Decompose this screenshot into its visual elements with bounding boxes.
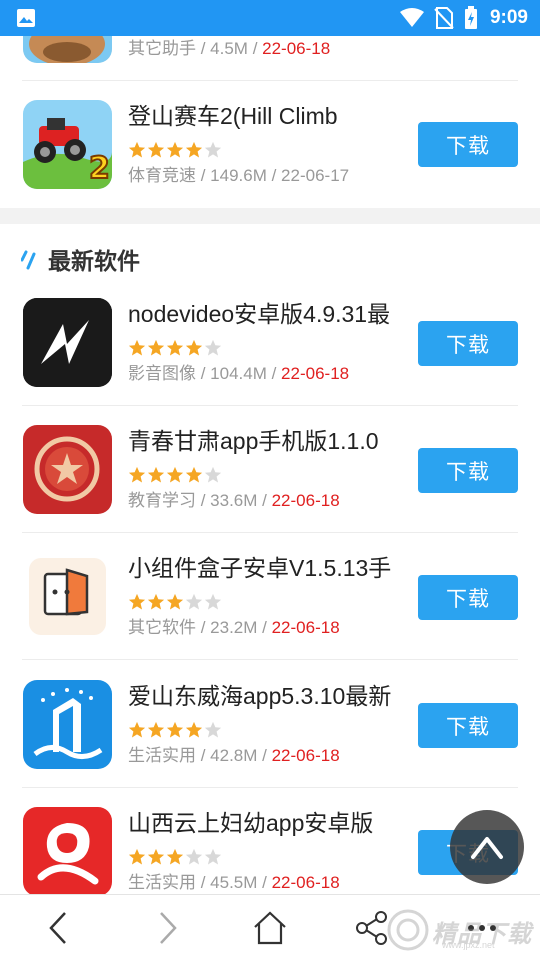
star-filled-icon <box>147 141 165 158</box>
star-filled-icon <box>128 721 146 738</box>
star-filled-icon <box>147 466 165 483</box>
hill-climb-partial-icon <box>23 36 112 63</box>
list-item[interactable]: 小组件盒子安卓V1.5.13手 其它软件 / 23.2M / 22-06-18 … <box>0 533 540 660</box>
app-meta: 其它软件 / 23.2M / 22-06-18 <box>128 618 340 637</box>
app-title[interactable]: 山西云上妇幼app安卓版 <box>128 808 408 838</box>
forward-icon <box>160 912 177 944</box>
app-meta: 生活实用 / 45.5M / 22-06-18 <box>128 873 340 892</box>
app-list[interactable]: 其它助手 / 4.5M / 22-06-18 下载 2 登山赛车2(Hill C… <box>0 36 540 894</box>
list-item[interactable]: nodevideo安卓版4.9.31最 影音图像 / 104.4M / 22-0… <box>0 279 540 406</box>
star-filled-icon <box>147 848 165 865</box>
star-filled-icon <box>147 593 165 610</box>
watermark-url: www.jpxz.net <box>442 940 495 950</box>
clock: 9:09 <box>489 7 528 28</box>
download-button[interactable]: 下载 <box>418 122 518 167</box>
back-button[interactable] <box>28 895 88 960</box>
list-item[interactable]: 青春甘肃app手机版1.1.0 教育学习 / 33.6M / 22-06-18 … <box>0 406 540 533</box>
chevron-up-icon <box>471 837 503 859</box>
star-empty-icon <box>185 848 203 865</box>
forward-button[interactable] <box>138 895 198 960</box>
star-filled-icon <box>147 721 165 738</box>
app-meta: 体育竞速 / 149.6M / 22-06-17 <box>128 166 350 185</box>
watermark: 精品下载 www.jpxz.net <box>386 906 538 956</box>
home-icon <box>254 911 286 945</box>
status-bar: 9:09 <box>0 0 540 36</box>
section-title: 最新软件 <box>48 248 140 274</box>
star-filled-icon <box>128 593 146 610</box>
download-button[interactable]: 下载 <box>418 321 518 366</box>
share-icon <box>356 911 387 945</box>
star-filled-icon <box>166 339 184 356</box>
list-item-hill-climb[interactable]: 2 登山赛车2(Hill Climb 体育竞速 / 149.6M / 22-06… <box>0 81 540 208</box>
wifi-icon <box>399 8 424 27</box>
star-filled-icon <box>166 593 184 610</box>
star-filled-icon <box>128 848 146 865</box>
app-meta: 教育学习 / 33.6M / 22-06-18 <box>128 491 340 510</box>
star-filled-icon <box>185 141 203 158</box>
section-divider <box>0 208 540 224</box>
nodevideo-icon <box>23 298 112 387</box>
star-filled-icon <box>128 141 146 158</box>
rating-stars <box>128 141 222 159</box>
rating-stars <box>128 339 222 357</box>
download-button[interactable]: 下载 <box>418 703 518 748</box>
list-item[interactable]: 爱山东威海app5.3.10最新 生活实用 / 42.8M / 22-06-18… <box>0 661 540 788</box>
star-filled-icon <box>128 339 146 356</box>
rating-stars <box>128 466 222 484</box>
star-filled-icon <box>128 466 146 483</box>
star-filled-icon <box>185 339 203 356</box>
star-filled-icon <box>166 848 184 865</box>
star-filled-icon <box>185 721 203 738</box>
download-button[interactable]: 下载 <box>418 448 518 493</box>
back-icon <box>49 912 66 944</box>
svg-text:2: 2 <box>89 151 110 186</box>
star-empty-icon <box>204 721 222 738</box>
youth-gansu-icon <box>23 425 112 514</box>
widget-box-icon <box>23 552 112 641</box>
hill-climb-icon: 2 <box>23 100 112 189</box>
list-item-partial[interactable]: 其它助手 / 4.5M / 22-06-18 下载 <box>0 36 540 81</box>
watermark-logo-icon <box>387 909 429 951</box>
star-empty-icon <box>204 848 222 865</box>
app-meta: 影音图像 / 104.4M / 22-06-18 <box>128 364 350 383</box>
rating-stars <box>128 593 222 611</box>
rating-stars <box>128 721 222 739</box>
app-meta: 其它助手 / 4.5M / 22-06-18 <box>128 39 331 58</box>
star-empty-icon <box>185 593 203 610</box>
no-sim-icon <box>434 7 454 29</box>
star-filled-icon <box>166 466 184 483</box>
app-title[interactable]: nodevideo安卓版4.9.31最 <box>128 299 408 329</box>
section-accent-icon <box>21 250 36 270</box>
app-title[interactable]: 小组件盒子安卓V1.5.13手 <box>128 553 408 583</box>
star-empty-icon <box>204 593 222 610</box>
battery-charging-icon <box>464 6 477 29</box>
app-title[interactable]: 青春甘肃app手机版1.1.0 <box>128 426 408 456</box>
ai-shandong-icon <box>23 680 112 769</box>
star-filled-icon <box>147 339 165 356</box>
star-filled-icon <box>185 466 203 483</box>
app-title[interactable]: 登山赛车2(Hill Climb <box>128 101 408 131</box>
app-title[interactable]: 爱山东威海app5.3.10最新 <box>128 681 408 711</box>
gallery-icon <box>17 9 35 27</box>
app-meta: 生活实用 / 42.8M / 22-06-18 <box>128 746 340 765</box>
rating-stars <box>128 848 222 866</box>
star-filled-icon <box>166 721 184 738</box>
back-to-top-button[interactable] <box>450 810 524 884</box>
home-button[interactable] <box>240 895 300 960</box>
star-filled-icon <box>166 141 184 158</box>
star-empty-icon <box>204 466 222 483</box>
star-empty-icon <box>204 141 222 158</box>
star-empty-icon <box>204 339 222 356</box>
shanxi-maternal-icon <box>23 807 112 894</box>
download-button[interactable]: 下载 <box>418 575 518 620</box>
